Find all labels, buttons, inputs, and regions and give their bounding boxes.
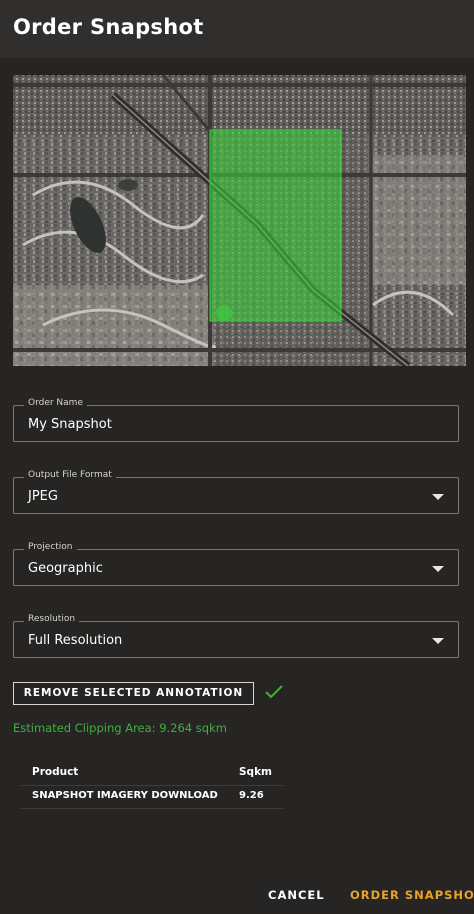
chevron-down-icon[interactable] [432, 566, 444, 572]
output-format-label: Output File Format [24, 470, 116, 480]
projection-value: Geographic [28, 561, 103, 576]
map-imagery [13, 75, 466, 366]
order-name-input[interactable]: My Snapshot [28, 417, 112, 432]
cancel-button[interactable]: CANCEL [268, 888, 325, 902]
check-icon [265, 685, 283, 699]
dialog-title: Order Snapshot [13, 15, 204, 39]
remove-annotation-button[interactable]: REMOVE SELECTED ANNOTATION [13, 682, 254, 705]
table-row: SNAPSHOT IMAGERY DOWNLOAD 9.26 [20, 786, 284, 809]
satellite-map[interactable] [13, 75, 466, 366]
resolution-label: Resolution [24, 614, 80, 624]
dialog-header: Order Snapshot [0, 0, 474, 58]
sqkm-cell: 9.26 [239, 790, 264, 801]
order-snapshot-button[interactable]: ORDER SNAPSHOT [350, 888, 474, 902]
projection-select[interactable]: Projection Geographic [13, 542, 459, 586]
column-header-sqkm: Sqkm [239, 766, 273, 778]
order-name-field[interactable]: Order Name My Snapshot [13, 398, 459, 442]
estimated-area-text: Estimated Clipping Area: 9.264 sqkm [13, 721, 227, 735]
chevron-down-icon[interactable] [432, 494, 444, 500]
output-format-value: JPEG [28, 489, 58, 504]
chevron-down-icon[interactable] [432, 638, 444, 644]
resolution-select[interactable]: Resolution Full Resolution [13, 614, 459, 658]
selected-annotation [209, 129, 342, 322]
projection-label: Projection [24, 542, 77, 552]
resolution-value: Full Resolution [28, 633, 123, 648]
column-header-product: Product [32, 766, 79, 778]
product-cell: SNAPSHOT IMAGERY DOWNLOAD [32, 790, 218, 801]
order-name-label: Order Name [24, 398, 87, 408]
table-header-row: Product Sqkm [20, 763, 284, 786]
product-table: Product Sqkm SNAPSHOT IMAGERY DOWNLOAD 9… [20, 763, 284, 809]
output-format-select[interactable]: Output File Format JPEG [13, 470, 459, 514]
